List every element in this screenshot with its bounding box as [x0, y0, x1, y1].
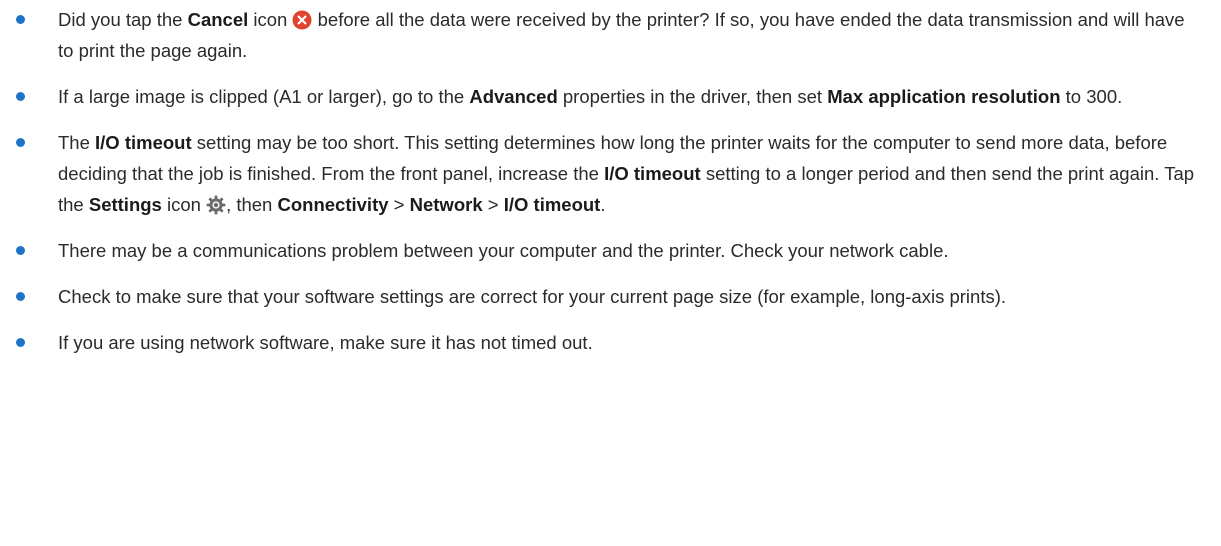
- item-text: >: [388, 194, 410, 215]
- bullet: [16, 92, 25, 101]
- item-text: The: [58, 132, 96, 153]
- bullet: [16, 15, 25, 24]
- bullet: [16, 338, 25, 347]
- cancel-label: Cancel: [187, 9, 249, 30]
- item-text: If you are using network software, make …: [58, 332, 593, 353]
- troubleshooting-list: Did you tap the Cancel icon before all t…: [0, 4, 1221, 358]
- item-text: properties in the driver, then set: [557, 86, 828, 107]
- item-text: >: [482, 194, 504, 215]
- item-text: to 300.: [1060, 86, 1123, 107]
- bullet: [16, 246, 25, 255]
- item-text: There may be a communications problem be…: [58, 240, 949, 261]
- item-text: .: [600, 194, 606, 215]
- item-text: Did you tap the: [58, 9, 188, 30]
- item-text: Check to make sure that your software se…: [58, 286, 1007, 307]
- item-text: If a large image is clipped (A1 or large…: [58, 86, 470, 107]
- list-item: Did you tap the Cancel icon before all t…: [0, 4, 1221, 66]
- network-label: Network: [409, 194, 483, 215]
- io-timeout-label: I/O timeout: [503, 194, 601, 215]
- list-item: Check to make sure that your software se…: [0, 281, 1221, 312]
- settings-icon: [206, 195, 226, 215]
- cancel-icon: [292, 10, 312, 30]
- connectivity-label: Connectivity: [277, 194, 389, 215]
- item-text: icon: [161, 194, 207, 215]
- bullet: [16, 138, 25, 147]
- list-item: The I/O timeout setting may be too short…: [0, 127, 1221, 220]
- settings-label: Settings: [88, 194, 162, 215]
- io-timeout-label: I/O timeout: [95, 132, 192, 153]
- advanced-label: Advanced: [469, 86, 558, 107]
- io-timeout-label: I/O timeout: [604, 163, 701, 184]
- list-item: There may be a communications problem be…: [0, 235, 1221, 266]
- bullet: [16, 292, 25, 301]
- list-item: If you are using network software, make …: [0, 327, 1221, 358]
- item-text: icon: [248, 9, 293, 30]
- item-text: , then: [226, 194, 278, 215]
- max-resolution-label: Max application resolution: [827, 86, 1061, 107]
- list-item: If a large image is clipped (A1 or large…: [0, 81, 1221, 112]
